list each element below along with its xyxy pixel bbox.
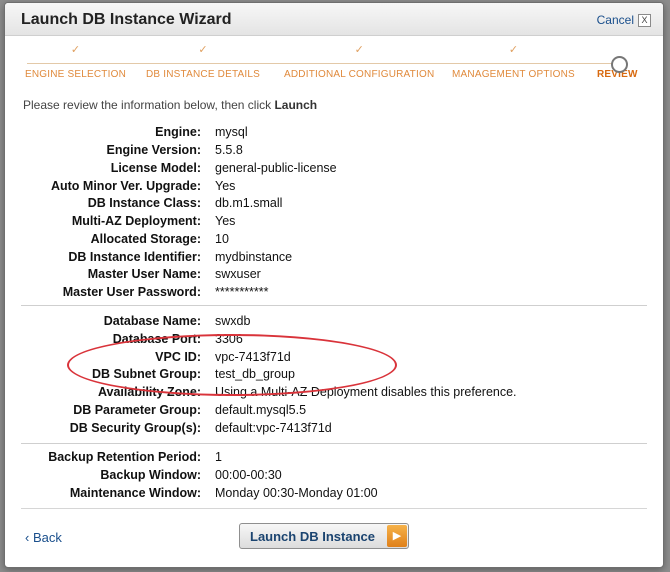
review-section-maintenance: Backup Retention Period: 1 Backup Window… [21, 447, 647, 507]
step-check-icon: ✓ [70, 44, 81, 56]
row-label: DB Instance Class: [87, 196, 201, 210]
row-value: general-public-license [215, 161, 337, 175]
step-label: ADDITIONAL CONFIGURATION [284, 69, 435, 80]
wizard-steps: ✓ ENGINE SELECTION ✓ DB INSTANCE DETAILS… [5, 43, 663, 91]
back-label: Back [32, 530, 62, 545]
step-management-options[interactable]: ✓ MANAGEMENT OPTIONS [452, 43, 575, 80]
step-check-icon: ✓ [198, 44, 208, 56]
row-label: Master User Password: [62, 285, 201, 299]
footer-divider [21, 508, 647, 509]
review-row: Master User Name: swxuser [21, 267, 647, 285]
row-label: Maintenance Window: [69, 486, 201, 500]
row-label: Backup Window: [100, 468, 201, 482]
review-row: License Model: general-public-license [21, 161, 647, 179]
review-row: Engine Version: 5.5.8 [21, 143, 647, 161]
row-label: Backup Retention Period: [48, 450, 201, 464]
row-label: Engine: [155, 125, 201, 139]
review-row: Auto Minor Ver. Upgrade: Yes [21, 179, 647, 197]
review-section-instance: Engine: mysql Engine Version: 5.5.8 Lice… [21, 121, 647, 306]
review-row: Database Name: swxdb [21, 314, 647, 332]
review-row: Multi-AZ Deployment: Yes [21, 214, 647, 232]
row-label: Database Name: [103, 314, 201, 328]
step-check-icon: ✓ [508, 44, 519, 56]
dialog-title: Launch DB Instance Wizard [21, 11, 232, 28]
step-label: MANAGEMENT OPTIONS [452, 69, 575, 80]
row-value: db.m1.small [215, 196, 283, 210]
review-row: Maintenance Window: Monday 00:30-Monday … [21, 486, 647, 504]
review-row: DB Instance Class: db.m1.small [21, 196, 647, 214]
row-label: Multi-AZ Deployment: [71, 214, 201, 228]
cancel-label: Cancel [596, 13, 634, 27]
cancel-button[interactable]: Cancel X [597, 13, 651, 27]
launch-db-instance-button[interactable]: Launch DB Instance ▶ [239, 523, 409, 549]
row-value: *********** [215, 285, 269, 299]
row-value: 5.5.8 [215, 143, 243, 157]
row-value: Yes [215, 179, 236, 193]
row-label: Engine Version: [106, 143, 201, 157]
launch-db-wizard-dialog: Launch DB Instance Wizard Cancel X ✓ ENG… [4, 2, 664, 568]
step-label: ENGINE SELECTION [25, 69, 126, 80]
step-label: DB INSTANCE DETAILS [146, 69, 261, 80]
dialog-titlebar: Launch DB Instance Wizard Cancel X [5, 3, 663, 36]
instruction-action: Launch [274, 98, 318, 112]
back-button[interactable]: ‹ Back [25, 530, 62, 545]
review-row: DB Security Group(s): default:vpc-7413f7… [21, 421, 647, 439]
row-label: License Model: [110, 161, 201, 175]
close-icon[interactable]: X [638, 13, 651, 27]
review-row: Engine: mysql [21, 125, 647, 143]
step-additional-configuration[interactable]: ✓ ADDITIONAL CONFIGURATION [284, 43, 434, 80]
play-arrow-icon: ▶ [387, 525, 407, 547]
row-value: swxdb [215, 314, 251, 328]
review-instruction: Please review the information below, the… [23, 98, 317, 112]
review-row: DB Instance Identifier: mydbinstance [21, 250, 647, 268]
row-value: 00:00-00:30 [215, 468, 282, 482]
review-row: Backup Retention Period: 1 [21, 450, 647, 468]
launch-label: Launch DB Instance [250, 528, 375, 544]
row-value: default:vpc-7413f71d [215, 421, 332, 435]
row-value: 1 [215, 450, 222, 464]
row-value: default.mysql5.5 [215, 403, 307, 417]
review-row: DB Parameter Group: default.mysql5.5 [21, 403, 647, 421]
row-value: mysql [215, 125, 248, 139]
step-check-icon [597, 43, 638, 55]
review-row: Master User Password: *********** [21, 285, 647, 303]
row-value: mydbinstance [215, 250, 293, 264]
step-check-icon: ✓ [354, 44, 364, 56]
row-label: DB Instance Identifier: [68, 250, 201, 264]
step-db-instance-details[interactable]: ✓ DB INSTANCE DETAILS [146, 43, 260, 80]
review-row: Allocated Storage: 10 [21, 232, 647, 250]
row-value: 10 [215, 232, 229, 246]
row-label: DB Parameter Group: [73, 403, 201, 417]
review-row: Backup Window: 00:00-00:30 [21, 468, 647, 486]
back-chevron-icon: ‹ [25, 530, 30, 545]
instruction-text: Please review the information below, the… [23, 98, 275, 112]
row-label: Auto Minor Ver. Upgrade: [50, 179, 201, 193]
row-value: Monday 00:30-Monday 01:00 [215, 486, 378, 500]
vpc-highlight-annotation [67, 334, 397, 396]
step-engine-selection[interactable]: ✓ ENGINE SELECTION [25, 43, 126, 80]
row-label: Master User Name: [87, 267, 201, 281]
row-value: swxuser [215, 267, 261, 281]
row-value: Yes [215, 214, 236, 228]
row-label: DB Security Group(s): [69, 421, 201, 435]
row-label: Allocated Storage: [90, 232, 201, 246]
current-step-indicator-icon [611, 56, 628, 73]
